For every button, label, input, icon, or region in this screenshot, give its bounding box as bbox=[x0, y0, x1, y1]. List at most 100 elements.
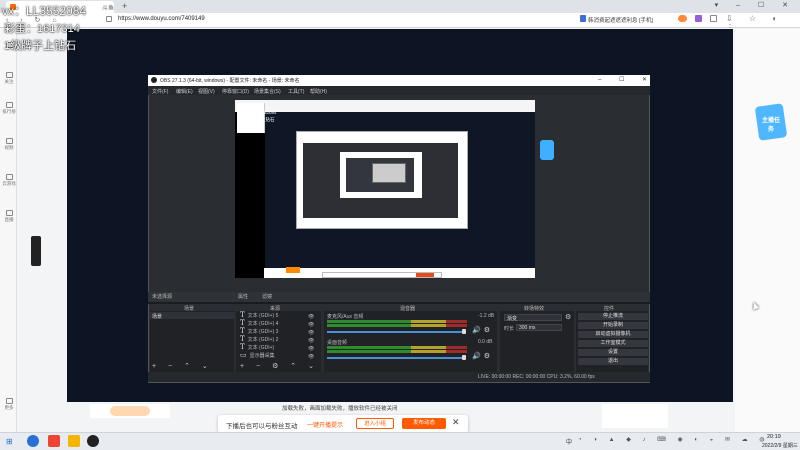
mixer-track-db: 0.0 dB bbox=[478, 339, 493, 345]
window-controls[interactable]: ▾ – ☐ ✕ bbox=[715, 1, 796, 9]
clock-time[interactable]: 20:19 bbox=[767, 434, 781, 440]
obs-dock-header bbox=[148, 292, 650, 302]
obs-app-icon[interactable] bbox=[87, 435, 99, 447]
settings-button[interactable]: 设置 bbox=[578, 349, 648, 356]
browser-tab-title: 斗鱼 bbox=[102, 6, 115, 12]
notice-text: 加载失败，画面加载失败，播放软件已经被关闭 bbox=[282, 406, 398, 412]
extension-icon[interactable] bbox=[678, 15, 687, 22]
obs-menu-help[interactable]: 帮助(H) bbox=[310, 88, 327, 95]
url-field[interactable]: https://www.douyu.com/7409149 bbox=[118, 16, 205, 22]
volume-slider-knob[interactable] bbox=[462, 355, 466, 360]
mixer-track-controls[interactable]: 🔊⚙ bbox=[472, 326, 493, 334]
folder-icon[interactable] bbox=[68, 435, 80, 447]
sidebar-item-video[interactable]: 视频 bbox=[2, 138, 16, 151]
trophy-icon bbox=[5, 102, 13, 108]
captured-innermost bbox=[372, 163, 406, 183]
captured-room-badge bbox=[286, 267, 300, 273]
stop-streaming-button[interactable]: 停止推流 bbox=[578, 313, 648, 320]
watermark-line: 1级牌子上钻石 bbox=[4, 40, 77, 52]
tv-icon bbox=[5, 210, 13, 216]
cta-link[interactable]: 一键开播提示 bbox=[307, 420, 343, 429]
studio-mode-button[interactable]: 工作室模式 bbox=[578, 340, 648, 347]
close-icon[interactable]: ✕ bbox=[452, 417, 460, 428]
room-info-card[interactable] bbox=[90, 404, 170, 418]
start-icon[interactable]: ⊞ bbox=[6, 437, 13, 446]
audio-meter bbox=[327, 350, 467, 353]
audio-meter bbox=[327, 346, 467, 349]
watermark-line: vx：LL3552084 bbox=[2, 4, 87, 18]
source-item[interactable]: ▭ 显示器采集 bbox=[240, 351, 275, 359]
sidebar-collapse-handle[interactable] bbox=[31, 236, 41, 266]
source-item[interactable]: T 文本 (GDI+) 5 bbox=[240, 311, 278, 319]
start-recording-button[interactable]: 开始录制 bbox=[578, 322, 648, 329]
cta-text: 下播后也可以与粉丝互动 bbox=[226, 423, 298, 430]
source-item[interactable]: T 文本 (GDI+) 3 bbox=[240, 327, 278, 335]
watermark-line: 彩蛋：1617314 bbox=[4, 23, 80, 35]
scene-list-item[interactable] bbox=[150, 312, 234, 319]
address-bar-promo[interactable]: 韩消费起遮遮遮利息 [手机] bbox=[588, 16, 653, 24]
tray-input-method[interactable]: 中 bbox=[566, 437, 572, 446]
sidebar-item-more[interactable]: 更多 bbox=[2, 398, 16, 411]
transition-type: 渐变 bbox=[507, 316, 518, 322]
source-visibility-icons[interactable]: 👁 👁 👁 👁 👁 👁 bbox=[308, 313, 314, 361]
lock-icon bbox=[106, 16, 112, 22]
obs-logo-icon bbox=[151, 77, 157, 83]
volume-slider[interactable] bbox=[327, 357, 462, 359]
scene-dock-buttons[interactable]: + − ⌃ ⌄ bbox=[152, 362, 213, 370]
obs-title: OBS 27.1.3 (64-bit, windows) - 配置文件: 未命名… bbox=[160, 78, 300, 84]
bookmark-icon[interactable] bbox=[580, 15, 586, 22]
mixer-track-label: 桌面音频 bbox=[327, 340, 348, 346]
captured-task-badge bbox=[540, 140, 554, 160]
task-badge[interactable]: 主播任务 bbox=[754, 103, 788, 147]
filters-button[interactable]: 滤镜 bbox=[262, 293, 272, 300]
scene-item-label: 场景 bbox=[152, 314, 163, 320]
grid-icon bbox=[5, 398, 13, 404]
no-source-label: 未选择源 bbox=[152, 294, 173, 300]
extension-icon[interactable] bbox=[695, 15, 702, 22]
obs-menu-tools[interactable]: 工具(T) bbox=[288, 88, 304, 95]
tray-icons[interactable]: ◔ ◑ ▲ ◆ ♪ ⌨ ◉ ◐ ◒ ✉ ☁ ◍ bbox=[578, 436, 770, 443]
source-item[interactable]: T 文本 (GDI+) 2 bbox=[240, 335, 278, 343]
audio-meter bbox=[327, 324, 467, 327]
new-tab-icon[interactable]: + bbox=[122, 1, 127, 11]
mixer-track-controls[interactable]: 🔊⚙ bbox=[472, 352, 493, 360]
browser-tab-bar bbox=[0, 0, 800, 13]
captured-cta-button bbox=[416, 273, 434, 277]
volume-slider[interactable] bbox=[327, 331, 462, 333]
right-column bbox=[735, 29, 800, 433]
app-icon[interactable] bbox=[48, 435, 60, 447]
sidebar-item-live[interactable]: 直播 bbox=[2, 210, 16, 223]
volume-slider-knob[interactable] bbox=[462, 329, 466, 334]
heart-icon bbox=[5, 72, 13, 78]
source-dock-buttons[interactable]: + − ⚙ ⌃ ⌄ bbox=[240, 362, 319, 370]
sidebar-item-cloud-game[interactable]: 云游戏 bbox=[2, 174, 16, 187]
captured-watermark: 1级牌子上钻石 bbox=[245, 117, 275, 122]
duration-label: 时长 bbox=[504, 326, 515, 332]
right-panel bbox=[602, 404, 668, 428]
obs-menu-docks[interactable]: 停靠窗口(D) bbox=[222, 88, 249, 95]
obs-menu-file[interactable]: 文件(F) bbox=[152, 88, 168, 95]
dock-divider bbox=[148, 302, 650, 304]
source-item[interactable]: T 文本 (GDI+) 4 bbox=[240, 319, 278, 327]
obs-menu-scene-collection[interactable]: 场景集合(S) bbox=[254, 88, 281, 95]
menu-icon[interactable] bbox=[710, 15, 717, 22]
properties-button[interactable]: 属性 bbox=[238, 293, 248, 300]
clock-date[interactable]: 2022/2/9 星期三 bbox=[762, 442, 798, 449]
left-sidebar: 关注 排行榜 视频 云游戏 直播 更多 bbox=[0, 28, 17, 432]
obs-menu-edit[interactable]: 编辑(E) bbox=[176, 88, 193, 95]
sidebar-item-rank[interactable]: 排行榜 bbox=[2, 102, 16, 115]
obs-window-controls[interactable]: – ☐ ✕ bbox=[598, 76, 655, 83]
source-item[interactable]: T 文本 (GDI+) bbox=[240, 343, 274, 351]
sidebar-item-follow[interactable]: 关注 bbox=[2, 72, 16, 85]
post-update-button[interactable]: 发布动态 bbox=[402, 418, 446, 429]
captured-browser-strip bbox=[235, 100, 535, 112]
captured-watermark: vx：LL3552084 bbox=[245, 110, 277, 115]
obs-menu-view[interactable]: 视图(V) bbox=[198, 88, 215, 95]
browser-app-icon[interactable] bbox=[27, 435, 39, 447]
exit-button[interactable]: 退出 bbox=[578, 358, 648, 365]
join-group-button[interactable]: 进入小组 bbox=[356, 418, 394, 429]
obs-status-text: LIVE: 00:00:00 REC: 00:00:00 CPU: 3.2%, … bbox=[478, 374, 595, 380]
virtual-camera-button[interactable]: 启动虚拟摄像机 bbox=[578, 331, 648, 338]
gamepad-icon bbox=[5, 174, 13, 180]
transition-settings-icon[interactable]: ⚙ bbox=[565, 313, 571, 321]
